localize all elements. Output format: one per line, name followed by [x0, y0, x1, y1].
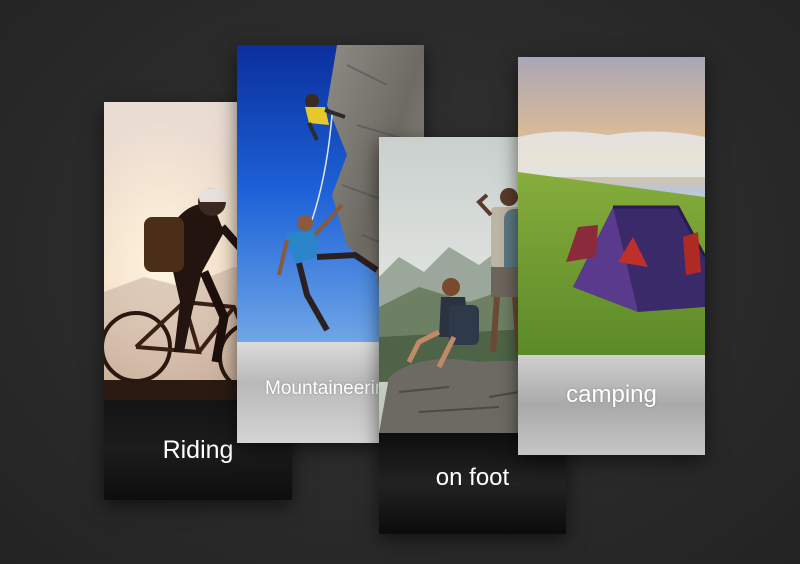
camping-card: camping — [518, 57, 705, 455]
on-foot-label: on foot — [435, 464, 510, 491]
collage-background: Riding Mountaineering on foot camping — [0, 0, 800, 564]
camping-photo — [518, 57, 705, 355]
camping-label-panel: camping — [518, 355, 705, 455]
camping-label: camping — [566, 381, 657, 408]
